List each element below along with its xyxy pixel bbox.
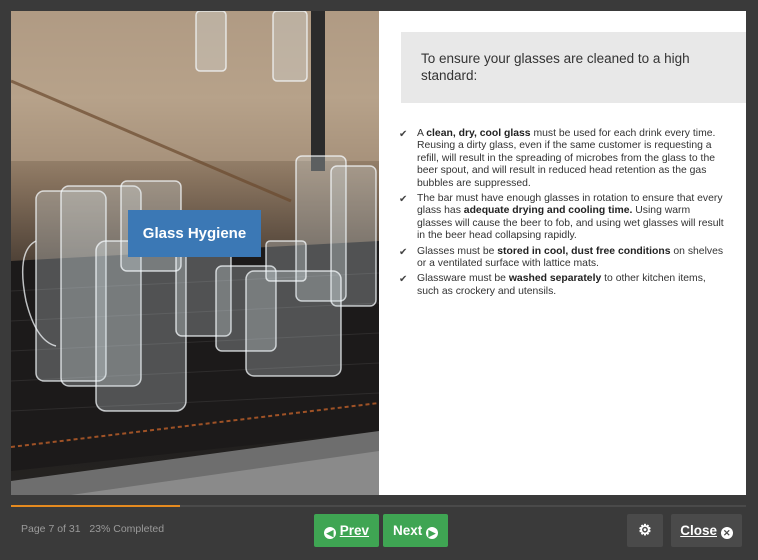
page-status: Page 7 of 31 23% Completed [21,523,164,535]
list-item: ✔ The bar must have enough glasses in ro… [399,193,724,242]
close-button[interactable]: Close ✕ [671,514,742,547]
page-counter: Page 7 of 31 [21,523,81,535]
prev-label: Prev [339,523,370,538]
progress-fill [11,505,181,507]
completion-percent: 23% Completed [89,523,165,535]
player-frame: Glass Hygiene To ensure your glasses are… [0,0,758,560]
list-item: ✔ Glasses must be stored in cool, dust f… [399,245,724,270]
slide: Glass Hygiene To ensure your glasses are… [11,11,746,495]
chevron-left-circle-icon: ◀ [323,527,336,539]
check-icon: ✔ [399,274,408,286]
intro-callout: To ensure your glasses are cleaned to a … [401,32,746,103]
glassware-photo: Glass Hygiene [11,11,379,495]
prev-button[interactable]: ◀ Prev [314,514,379,547]
next-button[interactable]: Next ▶ [383,514,448,547]
check-icon: ✔ [399,129,408,140]
close-label: Close [680,523,717,538]
topic-badge: Glass Hygiene [128,210,261,257]
list-item: ✔ A clean, dry, cool glass must be used … [399,128,716,189]
chevron-right-circle-icon: ▶ [426,527,439,539]
list-item: ✔ Glassware must be washed separately to… [399,273,706,297]
x-circle-icon: ✕ [720,527,733,539]
settings-button[interactable]: ⚙ [627,514,663,547]
check-icon: ✔ [399,194,408,206]
next-label: Next [392,523,423,538]
progress-bar [11,505,746,507]
check-icon: ✔ [399,246,408,258]
content-panel: To ensure your glasses are cleaned to a … [379,11,746,495]
gears-icon: ⚙ [638,522,652,539]
hygiene-checklist: ✔ A clean, dry, cool glass must be used … [399,128,727,301]
